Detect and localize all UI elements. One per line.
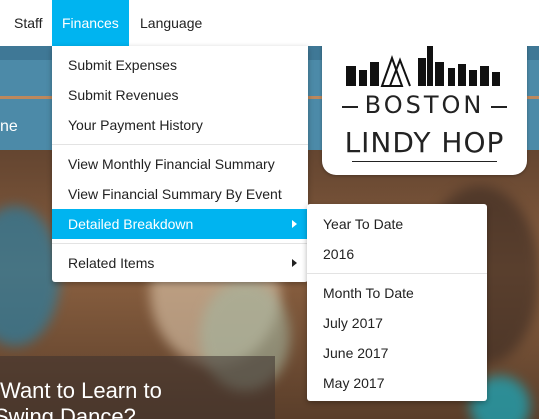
menu-related-items[interactable]: Related Items bbox=[52, 248, 308, 278]
banner-text: ne bbox=[0, 118, 18, 135]
menu-summary-by-event[interactable]: View Financial Summary By Event bbox=[52, 179, 308, 209]
hero-caption: Want to Learn to Swing Dance? bbox=[0, 356, 275, 419]
finances-dropdown: Submit Expenses Submit Revenues Your Pay… bbox=[52, 46, 308, 282]
photo-blur bbox=[0, 206, 60, 346]
breakdown-submenu: Year To Date 2016 Month To Date July 201… bbox=[307, 204, 487, 401]
menu-payment-history[interactable]: Your Payment History bbox=[52, 110, 308, 140]
chevron-right-icon bbox=[292, 220, 297, 228]
menu-year-to-date[interactable]: Year To Date bbox=[307, 209, 487, 239]
menu-year-2016[interactable]: 2016 bbox=[307, 239, 487, 269]
logo-text-lindy-hop: LINDY HOP bbox=[344, 126, 505, 159]
hero-heading-line1: Want to Learn to bbox=[0, 378, 162, 403]
menu-submit-expenses[interactable]: Submit Expenses bbox=[52, 50, 308, 80]
menu-june-2017[interactable]: June 2017 bbox=[307, 338, 487, 368]
menu-monthly-summary[interactable]: View Monthly Financial Summary bbox=[52, 149, 308, 179]
menu-divider bbox=[52, 144, 308, 145]
skyline-icon bbox=[346, 46, 500, 87]
menu-month-to-date[interactable]: Month To Date bbox=[307, 278, 487, 308]
chevron-right-icon bbox=[292, 259, 297, 267]
nav-finances[interactable]: Finances bbox=[52, 0, 129, 46]
nav-staff[interactable]: Staff bbox=[4, 0, 53, 46]
hero-heading-line2: Swing Dance? bbox=[0, 404, 136, 419]
menu-july-2017[interactable]: July 2017 bbox=[307, 308, 487, 338]
boston-lindy-hop-logo[interactable]: BOSTON LINDY HOP bbox=[322, 40, 527, 175]
menu-submit-revenues[interactable]: Submit Revenues bbox=[52, 80, 308, 110]
top-navbar: Staff Finances Language bbox=[0, 0, 539, 46]
menu-divider bbox=[307, 273, 487, 274]
nav-language[interactable]: Language bbox=[130, 0, 212, 46]
menu-divider bbox=[52, 243, 308, 244]
logo-text-boston: BOSTON bbox=[364, 91, 485, 119]
logo-rule bbox=[352, 161, 497, 162]
menu-detailed-breakdown[interactable]: Detailed Breakdown bbox=[52, 209, 308, 239]
menu-may-2017[interactable]: May 2017 bbox=[307, 368, 487, 398]
